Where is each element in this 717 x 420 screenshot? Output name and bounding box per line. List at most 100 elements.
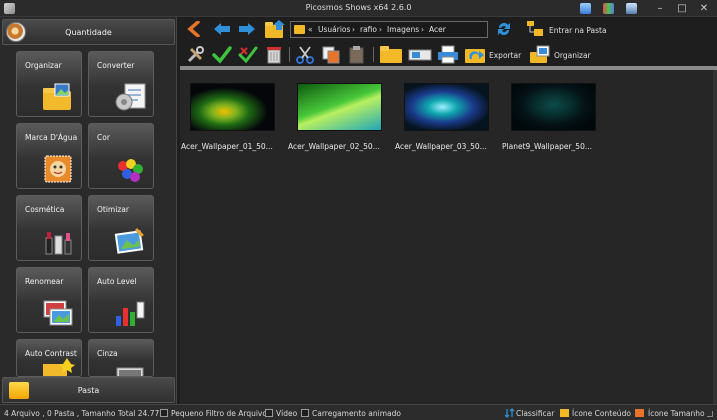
small-filter-checkbox[interactable]: [160, 409, 168, 417]
folder-label: Pasta: [77, 386, 100, 395]
color-palette-icon: [118, 159, 143, 182]
folder-footer[interactable]: Pasta: [2, 377, 175, 403]
check-partial-icon[interactable]: [238, 45, 258, 64]
export-label[interactable]: Exportar: [489, 51, 521, 60]
tile-watermark[interactable]: Marca D'Água: [16, 123, 82, 189]
folder-icon: [294, 25, 305, 34]
thumbnail-image: [297, 83, 382, 131]
check-icon[interactable]: [212, 45, 232, 64]
paste-icon[interactable]: [347, 45, 367, 64]
slideshow-icon[interactable]: [408, 45, 432, 64]
content-icon[interactable]: [560, 409, 569, 417]
animated-loading-checkbox[interactable]: [301, 409, 309, 417]
animated-loading-label: Carregamento animado: [312, 409, 401, 418]
file-item[interactable]: Acer_Wallpaper_02_50...: [288, 70, 382, 151]
refresh-icon[interactable]: [496, 21, 512, 37]
size-icon-label[interactable]: Ícone Tamanho: [648, 409, 705, 418]
copy-icon[interactable]: [321, 45, 341, 64]
folder-open-icon[interactable]: [379, 45, 403, 64]
file-name: Acer_Wallpaper_03_50...: [395, 142, 487, 151]
convert-icon: [115, 83, 146, 111]
tile-label: Marca D'Água: [25, 133, 78, 142]
path-segment[interactable]: Usuários: [318, 25, 350, 34]
path-segment[interactable]: rafio: [360, 25, 377, 34]
grayscale-icon: [116, 367, 144, 376]
address-bar[interactable]: « Usuários › rafio › Imagens › Acer: [290, 21, 488, 38]
tile-label: Converter: [97, 61, 135, 70]
quantity-label: Quantidade: [65, 28, 112, 37]
theme-icon[interactable]: [603, 3, 614, 14]
file-item[interactable]: Acer_Wallpaper_01_50...: [181, 70, 275, 151]
path-separator: ›: [352, 25, 355, 34]
quantity-header[interactable]: Quantidade: [2, 19, 175, 45]
sort-label[interactable]: Classificar: [516, 409, 554, 418]
vertical-scrollbar[interactable]: [713, 70, 717, 404]
resize-grip[interactable]: [707, 411, 713, 417]
maximize-button[interactable]: □: [672, 1, 692, 16]
organize-toolbar-icon[interactable]: [529, 45, 551, 64]
small-filter-label: Pequeno Filtro de Arquivo: [171, 409, 267, 418]
tile-organize[interactable]: Organizar: [16, 51, 82, 117]
sort-icon[interactable]: [505, 408, 515, 418]
content-icon-label[interactable]: Ícone Conteúdo: [572, 409, 631, 418]
back-orange-icon[interactable]: [186, 21, 204, 37]
path-segment[interactable]: Imagens: [387, 25, 419, 34]
tile-label: Organizar: [25, 61, 62, 70]
toolbar-separator: [289, 47, 290, 62]
tile-label: Cinza: [97, 349, 118, 358]
path-separator: ›: [421, 25, 424, 34]
tile-auto-contrast[interactable]: Auto Contrast: [16, 339, 82, 377]
organize-label[interactable]: Organizar: [554, 51, 591, 60]
file-name: Planet9_Wallpaper_50...: [502, 142, 592, 151]
tile-auto-level[interactable]: Auto Level: [88, 267, 154, 333]
forward-icon[interactable]: [238, 21, 256, 37]
file-item[interactable]: Planet9_Wallpaper_50...: [502, 70, 596, 151]
size-icon[interactable]: [635, 409, 644, 417]
display-icon[interactable]: [626, 3, 637, 14]
navigation-bar: « Usuários › rafio › Imagens › Acer Entr…: [180, 17, 717, 41]
tile-label: Cosmética: [25, 205, 65, 214]
toolbar-separator: [373, 47, 374, 62]
up-folder-icon[interactable]: [264, 19, 286, 39]
close-button[interactable]: ✕: [694, 1, 714, 16]
minimize-button[interactable]: –: [650, 1, 670, 16]
cosmetics-icon: [45, 232, 72, 255]
print-icon[interactable]: [437, 45, 459, 64]
video-label: Vídeo: [276, 409, 298, 418]
tile-label: Otimizar: [97, 205, 129, 214]
status-summary: 4 Arquivo , 0 Pasta , Tamanho Total 24.7…: [4, 409, 166, 418]
path-prefix: «: [308, 25, 313, 34]
tile-label: Auto Level: [97, 277, 137, 286]
tile-convert[interactable]: Converter: [88, 51, 154, 117]
rename-icon: [43, 300, 73, 326]
organize-folder-icon: [43, 83, 71, 110]
file-name: Acer_Wallpaper_02_50...: [288, 142, 380, 151]
watermark-icon: [44, 155, 72, 183]
path-segment[interactable]: Acer: [429, 25, 446, 34]
auto-contrast-icon: [43, 358, 75, 376]
thumbnail-image: [190, 83, 275, 131]
tile-cosmetics[interactable]: Cosmética: [16, 195, 82, 261]
file-name: Acer_Wallpaper_01_50...: [181, 142, 273, 151]
optimize-picture-icon: [114, 228, 144, 254]
file-item[interactable]: Acer_Wallpaper_03_50...: [395, 70, 489, 151]
file-grid: Acer_Wallpaper_01_50... Acer_Wallpaper_0…: [180, 70, 713, 404]
back-icon[interactable]: [213, 21, 231, 37]
skin-icon[interactable]: [580, 3, 591, 14]
path-separator: ›: [379, 25, 382, 34]
title-bar: Picosmos Shows x64 2.6.0 – □ ✕: [0, 0, 717, 17]
tile-label: Renomear: [25, 277, 64, 286]
tile-color[interactable]: Cor: [88, 123, 154, 189]
toolbar: Exportar Organizar: [180, 42, 717, 66]
export-icon[interactable]: [464, 45, 486, 64]
tools-icon[interactable]: [186, 45, 206, 64]
tile-optimize[interactable]: Otimizar: [88, 195, 154, 261]
folder-tree-icon: [527, 21, 543, 36]
tile-rename[interactable]: Renomear: [16, 267, 82, 333]
tools-panel: Quantidade Organizar Converter Marca D'Á…: [0, 17, 177, 404]
video-checkbox[interactable]: [265, 409, 273, 417]
cut-icon[interactable]: [295, 45, 315, 64]
tile-grayscale[interactable]: Cinza: [88, 339, 154, 377]
auto-level-chart-icon: [116, 301, 145, 326]
delete-icon[interactable]: [264, 45, 284, 64]
